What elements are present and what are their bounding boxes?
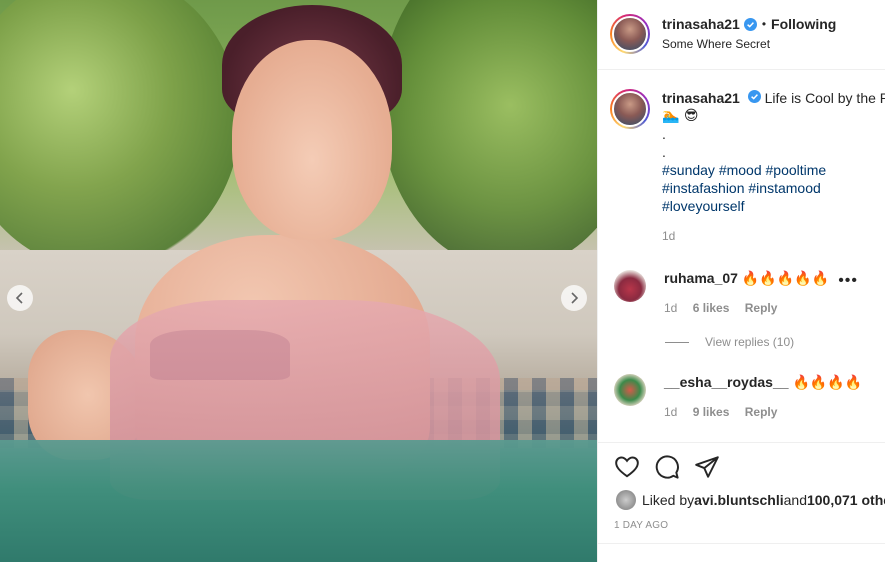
liked-by-username[interactable]: avi.bluntschli <box>694 492 783 508</box>
background-foliage <box>380 0 597 270</box>
heart-icon[interactable] <box>614 454 640 480</box>
post-sidebar: trinasaha21 • Following Some Where Secre… <box>597 0 885 562</box>
separator-dot: • <box>761 17 767 31</box>
comment-likes[interactable]: 9 likes <box>693 405 730 419</box>
divider <box>598 69 885 70</box>
caption-dot: . <box>662 144 666 160</box>
hashtags[interactable]: #loveyourself <box>662 197 885 215</box>
comment-text: 🔥🔥🔥🔥🔥 <box>741 271 829 287</box>
comment-username[interactable]: __esha__roydas__ <box>664 374 789 390</box>
avatar[interactable] <box>610 89 650 129</box>
caption-time[interactable]: 1d <box>662 227 885 245</box>
comment-icon[interactable] <box>654 454 680 480</box>
post-header: trinasaha21 • Following Some Where Secre… <box>610 14 885 64</box>
avatar[interactable] <box>614 374 646 406</box>
post-image[interactable] <box>0 0 597 562</box>
likes-summary: Liked by avi.bluntschli and 100,071 othe <box>616 490 885 510</box>
comment-text: 🔥🔥🔥🔥 <box>792 375 863 391</box>
comment: ruhama_07 🔥🔥🔥🔥🔥 1d 6 likes Reply ••• <box>614 270 884 315</box>
likes-count[interactable]: 100,071 othe <box>807 492 885 508</box>
pool-water <box>0 440 597 562</box>
hashtags[interactable]: #instafashion #instamood <box>662 179 885 197</box>
divider <box>665 341 689 343</box>
reply-button[interactable]: Reply <box>745 301 778 315</box>
comment-username[interactable]: ruhama_07 <box>664 270 738 286</box>
location-link[interactable]: Some Where Secret <box>662 37 836 51</box>
comment-time[interactable]: 1d <box>664 301 677 315</box>
share-icon[interactable] <box>694 454 720 480</box>
more-icon[interactable]: ••• <box>838 272 858 290</box>
likes-prefix: Liked by <box>642 492 695 508</box>
likes-middle: and <box>783 492 807 508</box>
avatar[interactable] <box>614 270 646 302</box>
comment-likes[interactable]: 6 likes <box>693 301 730 315</box>
face <box>232 40 392 240</box>
hashtags[interactable]: #sunday #mood #pooltime <box>662 161 885 179</box>
comment: __esha__roydas__ 🔥🔥🔥🔥 1d 9 likes Reply <box>614 374 884 419</box>
view-replies-button[interactable]: View replies (10) <box>665 335 794 349</box>
post-username[interactable]: trinasaha21 <box>662 16 740 32</box>
caption-text: Life is Cool by the Po <box>764 90 885 106</box>
verified-icon <box>747 89 761 103</box>
divider <box>598 543 885 544</box>
caption-username[interactable]: trinasaha21 <box>662 90 740 106</box>
post-timestamp[interactable]: 1 DAY AGO <box>614 520 668 531</box>
caption-dot: . <box>662 126 666 142</box>
avatar[interactable] <box>610 14 650 54</box>
background-foliage <box>0 0 240 270</box>
divider <box>598 442 885 443</box>
reply-button[interactable]: Reply <box>745 405 778 419</box>
action-bar <box>614 454 734 480</box>
caption-emoji: 🏊 😎 <box>662 108 699 124</box>
view-replies-label: View replies (10) <box>705 335 795 349</box>
verified-icon <box>743 17 757 31</box>
following-button[interactable]: Following <box>771 16 836 32</box>
chevron-right-icon[interactable] <box>561 285 587 311</box>
comment-time[interactable]: 1d <box>664 405 677 419</box>
chevron-left-icon[interactable] <box>7 285 33 311</box>
caption: trinasaha21 Life is Cool by the Po 🏊 😎 .… <box>610 89 885 245</box>
avatar[interactable] <box>616 490 636 510</box>
